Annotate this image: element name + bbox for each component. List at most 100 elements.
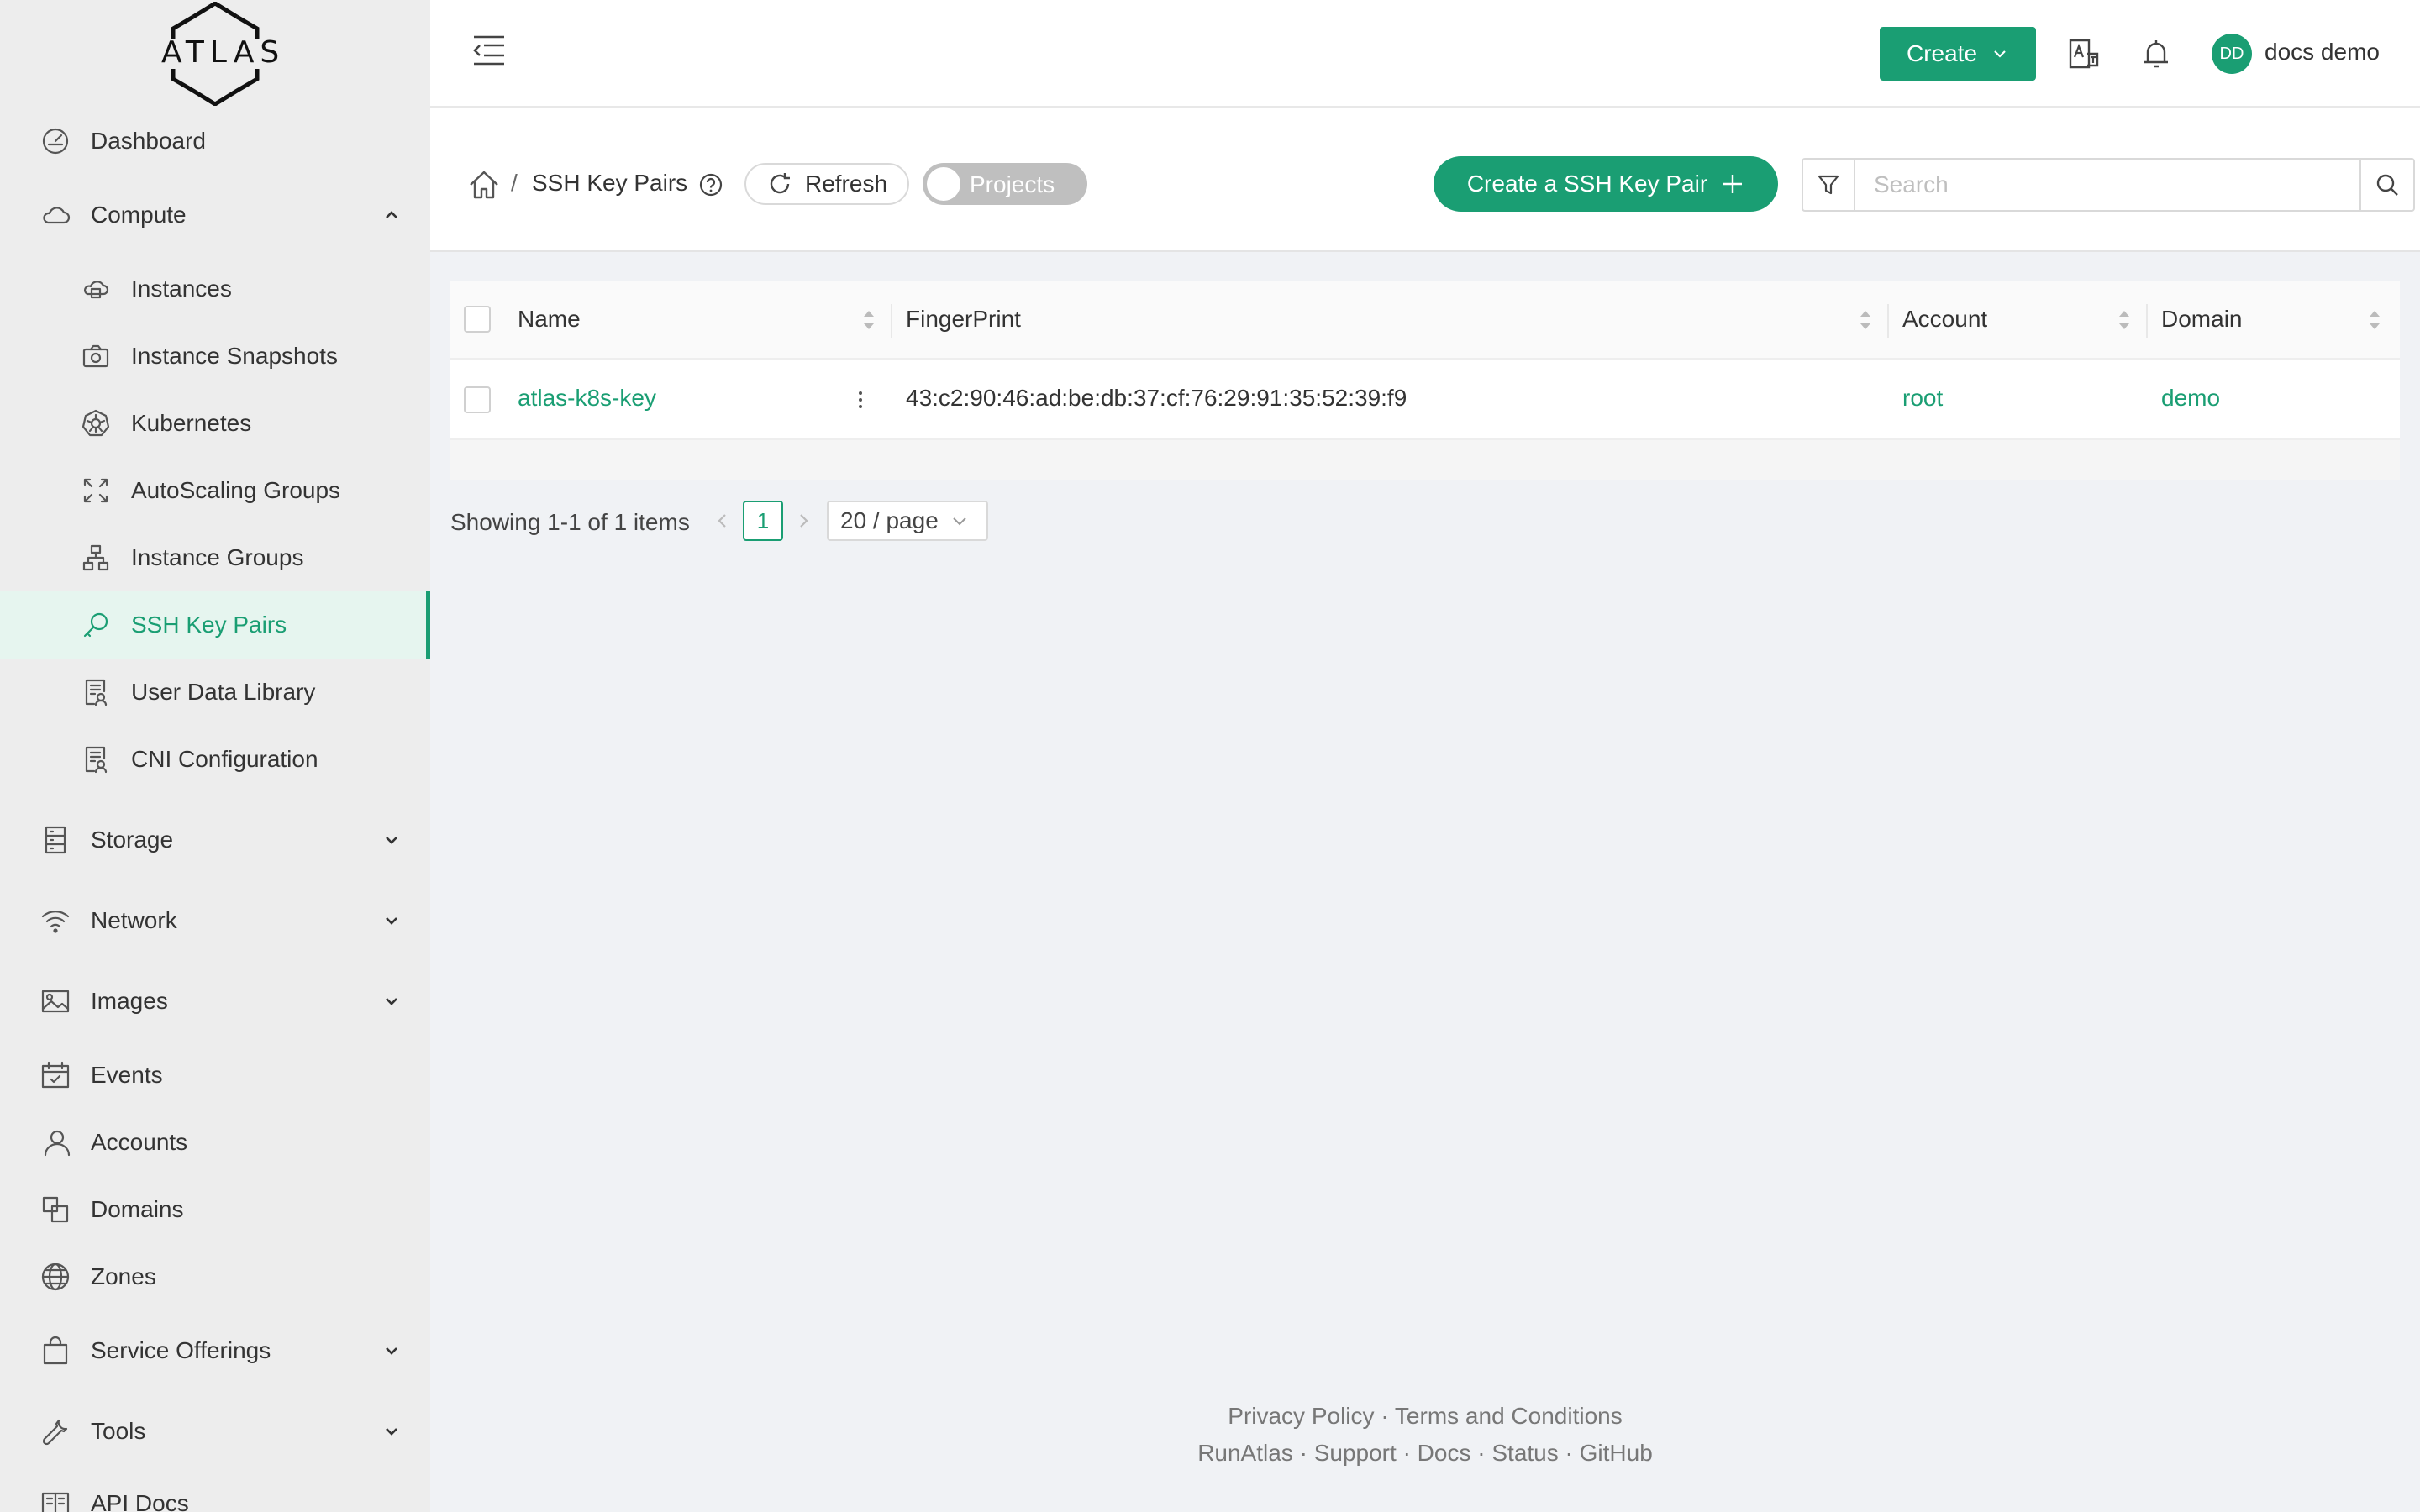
sidebar-item-events[interactable]: Events [0,1042,430,1109]
key-icon [79,608,113,642]
globe-icon [39,1260,72,1294]
sidebar-item-instance-snapshots[interactable]: Instance Snapshots [0,323,430,390]
sidebar-item-images[interactable]: Images [0,968,430,1035]
calendar-icon [39,1058,72,1092]
table-row[interactable]: atlas-k8s-key 43:c2:90:46:ad:be:db:37:cf… [450,360,2400,440]
docs-link[interactable]: Docs [1418,1440,1471,1466]
search-button[interactable] [2360,158,2415,212]
username-label[interactable]: docs demo [2265,39,2380,66]
atlas-logo[interactable]: ATLAS [161,1,286,107]
sidebar-item-zones[interactable]: Zones [0,1243,430,1310]
page-toolbar: / SSH Key Pairs Refresh Projects Create … [430,108,2420,252]
privacy-policy-link[interactable]: Privacy Policy [1228,1403,1374,1429]
sidebar-item-label: User Data Library [131,679,316,705]
ssh-key-pairs-table: Name FingerPrint Account Domain atlas-k8… [450,281,2400,480]
sidebar-item-user-data-library[interactable]: User Data Library [0,659,430,726]
user-avatar[interactable]: DD [2212,34,2252,74]
sidebar-item-instances[interactable]: Instances [0,255,430,323]
page-size-select[interactable]: 20 / page [827,501,988,541]
support-link[interactable]: Support [1314,1440,1397,1466]
sort-icon[interactable] [860,306,877,334]
sidebar-item-network[interactable]: Network [0,887,430,954]
filter-button[interactable] [1802,158,1855,212]
more-vertical-icon[interactable] [847,383,874,417]
document-icon [79,743,113,776]
home-icon[interactable] [467,168,501,202]
translate-icon[interactable] [2067,37,2101,71]
row-checkbox[interactable] [464,386,491,413]
search-icon [2376,174,2398,196]
sidebar-item-label: Storage [91,827,174,853]
cloud-icon [39,198,72,232]
column-header-fingerprint[interactable]: FingerPrint [906,306,1021,333]
sidebar-item-service-offerings[interactable]: Service Offerings [0,1317,430,1384]
sidebar-item-label: Accounts [91,1129,188,1155]
sidebar-item-tools[interactable]: Tools [0,1398,430,1465]
sidebar-item-instance-groups[interactable]: Instance Groups [0,524,430,591]
kubernetes-icon [79,407,113,440]
create-ssh-key-pair-button[interactable]: Create a SSH Key Pair [1434,156,1778,212]
table-header: Name FingerPrint Account Domain [450,281,2400,360]
github-link[interactable]: GitHub [1580,1440,1653,1466]
filter-icon [1818,175,1839,195]
sidebar-item-autoscaling-groups[interactable]: AutoScaling Groups [0,457,430,524]
terms-and-conditions-link[interactable]: Terms and Conditions [1395,1403,1623,1429]
chevron-right-icon[interactable] [793,511,813,531]
domain-link[interactable]: demo [2161,385,2220,412]
footer-separator: · [1381,1403,1389,1429]
column-divider [2146,304,2148,338]
sidebar-item-cni-configuration[interactable]: CNI Configuration [0,726,430,793]
column-divider [1887,304,1889,338]
toggle-knob [927,167,960,201]
sidebar-item-storage[interactable]: Storage [0,806,430,874]
breadcrumb-separator: / [511,170,518,196]
sidebar-item-label: Service Offerings [91,1337,271,1363]
sidebar: ATLAS Dashboard Compute Instances Instan… [0,0,430,1512]
sidebar-item-dashboard[interactable]: Dashboard [0,108,430,175]
sidebar-item-accounts[interactable]: Accounts [0,1109,430,1176]
sort-icon[interactable] [2116,306,2133,334]
search-input[interactable] [1854,158,2361,212]
pagination-summary: Showing 1-1 of 1 items [450,509,690,535]
create-ssh-key-pair-label: Create a SSH Key Pair [1466,171,1708,197]
camera-icon [79,339,113,373]
sidebar-item-label: CNI Configuration [131,746,318,772]
sidebar-item-api-docs[interactable]: API Docs [0,1470,430,1512]
chevron-down-icon [1994,50,2006,58]
refresh-button[interactable]: Refresh [744,163,909,205]
create-dropdown-button[interactable]: Create [1880,27,2036,81]
menu-collapse-icon[interactable] [471,34,508,67]
keypair-name-link[interactable]: atlas-k8s-key [518,385,656,412]
refresh-label: Refresh [804,171,888,197]
projects-toggle[interactable]: Projects [923,163,1087,205]
pagination-page-1[interactable]: 1 [743,501,783,541]
chevron-down-icon [386,837,397,844]
logo-text: ATLAS [161,35,286,70]
column-header-domain[interactable]: Domain [2161,306,2242,333]
status-link[interactable]: Status [1491,1440,1558,1466]
chevron-left-icon[interactable] [713,511,733,531]
column-header-account[interactable]: Account [1902,306,1987,333]
runatlas-link[interactable]: RunAtlas [1197,1440,1293,1466]
refresh-icon [770,173,790,194]
sort-icon[interactable] [1857,306,1874,334]
column-header-name[interactable]: Name [518,306,581,333]
sidebar-item-label: Kubernetes [131,410,252,436]
sidebar-item-domains[interactable]: Domains [0,1176,430,1243]
select-all-checkbox[interactable] [464,306,491,333]
sidebar-item-compute[interactable]: Compute [0,181,430,249]
create-button-label: Create [1906,40,1978,66]
chevron-up-icon [386,211,397,218]
wifi-icon [39,904,72,937]
page-title: SSH Key Pairs [532,170,688,196]
sidebar-item-kubernetes[interactable]: Kubernetes [0,390,430,457]
bell-icon[interactable] [2139,37,2173,71]
question-circle-icon[interactable] [697,171,724,198]
sort-icon[interactable] [2366,306,2383,334]
account-link[interactable]: root [1902,385,1943,412]
dashboard-icon [39,124,72,158]
sidebar-item-label: Events [91,1062,163,1088]
sidebar-item-ssh-key-pairs[interactable]: SSH Key Pairs [0,591,430,659]
fingerprint-cell: 43:c2:90:46:ad:be:db:37:cf:76:29:91:35:5… [906,385,1407,411]
instances-icon [79,272,113,306]
